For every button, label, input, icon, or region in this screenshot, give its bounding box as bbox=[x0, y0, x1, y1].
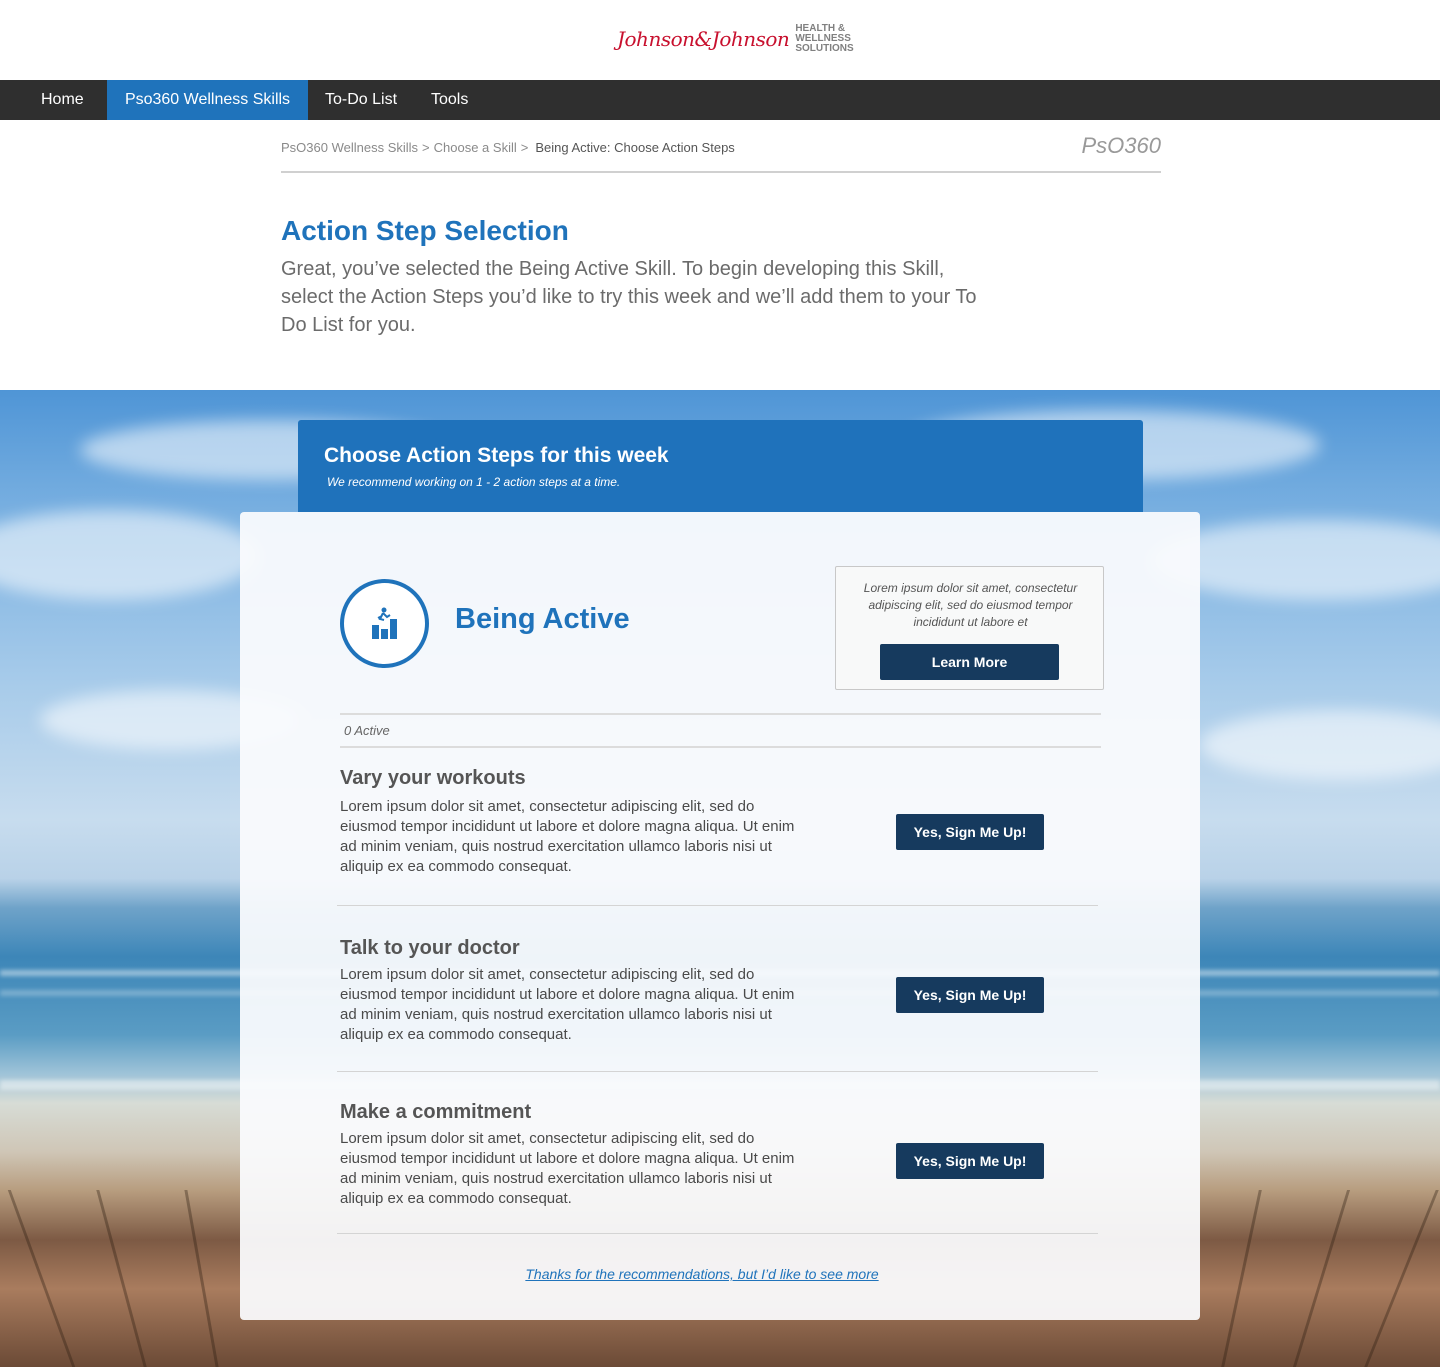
sign-up-button[interactable]: Yes, Sign Me Up! bbox=[896, 814, 1044, 850]
action-step-item: Talk to your doctor Lorem ipsum dolor si… bbox=[337, 906, 1098, 1072]
brand-tag-line: SOLUTIONS bbox=[795, 43, 854, 54]
panel-title: Choose Action Steps for this week bbox=[324, 444, 669, 467]
skill-badge bbox=[340, 579, 429, 668]
skill-info-text: Lorem ipsum dolor sit amet, consectetur … bbox=[863, 581, 1078, 629]
skill-title: Being Active bbox=[455, 603, 630, 635]
nav-item-home[interactable]: Home bbox=[0, 80, 107, 120]
see-more-link[interactable]: Thanks for the recommendations, but I’d … bbox=[240, 1266, 1164, 1282]
panel-subtitle: We recommend working on 1 - 2 action ste… bbox=[327, 475, 621, 489]
brand-logo-script: Johnson&Johnson bbox=[617, 27, 790, 51]
top-header: Johnson&Johnson HEALTH & WELLNESS SOLUTI… bbox=[0, 0, 1440, 80]
active-count-label: 0 Active bbox=[344, 723, 390, 738]
action-step-title: Vary your workouts bbox=[340, 767, 526, 789]
action-step-title: Make a commitment bbox=[340, 1101, 532, 1123]
action-step-description: Lorem ipsum dolor sit amet, consectetur … bbox=[340, 1130, 795, 1207]
breadcrumb: PsO360 Wellness Skills > Choose a Skill > Be… bbox=[281, 140, 735, 155]
learn-more-button[interactable]: Learn More bbox=[880, 644, 1059, 680]
sign-up-button[interactable]: Yes, Sign Me Up! bbox=[896, 1143, 1044, 1179]
active-count-bar: 0 Active bbox=[340, 713, 1101, 748]
action-step-description: Lorem ipsum dolor sit amet, consectetur … bbox=[340, 966, 795, 1043]
skill-info-box: Lorem ipsum dolor sit amet, consectetur … bbox=[835, 566, 1104, 690]
action-step-description: Lorem ipsum dolor sit amet, consectetur … bbox=[340, 798, 795, 875]
breadcrumb-current: Being Active: Choose Action Steps bbox=[535, 140, 735, 155]
page-title: Action Step Selection bbox=[281, 215, 569, 246]
breadcrumb-link-choose-skill[interactable]: Choose a Skill bbox=[434, 140, 517, 155]
nav-item-wellness-skills[interactable]: Pso360 Wellness Skills bbox=[107, 80, 308, 120]
breadcrumb-row: PsO360 Wellness Skills > Choose a Skill > Be… bbox=[281, 120, 1161, 173]
brand-logo-tagline: HEALTH & WELLNESS SOLUTIONS bbox=[795, 24, 853, 54]
climbing-chart-icon bbox=[371, 607, 397, 639]
breadcrumb-link-wellness-skills[interactable]: PsO360 Wellness Skills bbox=[281, 140, 418, 155]
page-intro-text: Great, you’ve selected the Being Active … bbox=[281, 258, 977, 336]
breadcrumb-separator: > bbox=[422, 140, 430, 155]
main-nav: Home Pso360 Wellness Skills To-Do List T… bbox=[0, 80, 1440, 120]
action-step-item: Vary your workouts Lorem ipsum dolor sit… bbox=[337, 748, 1098, 906]
sign-up-button[interactable]: Yes, Sign Me Up! bbox=[896, 977, 1044, 1013]
brand-logo[interactable]: Johnson&Johnson HEALTH & WELLNESS SOLUTI… bbox=[617, 24, 854, 54]
action-steps-card: Being Active Lorem ipsum dolor sit amet,… bbox=[240, 512, 1200, 1320]
action-steps-panel-header: Choose Action Steps for this week We rec… bbox=[298, 420, 1143, 512]
nav-item-tools[interactable]: Tools bbox=[431, 80, 468, 120]
action-step-item: Make a commitment Lorem ipsum dolor sit … bbox=[337, 1072, 1098, 1234]
nav-item-todo-list[interactable]: To-Do List bbox=[308, 80, 431, 120]
breadcrumb-separator: > bbox=[520, 140, 529, 155]
product-name: PsO360 bbox=[1081, 133, 1162, 158]
action-step-title: Talk to your doctor bbox=[340, 937, 520, 959]
